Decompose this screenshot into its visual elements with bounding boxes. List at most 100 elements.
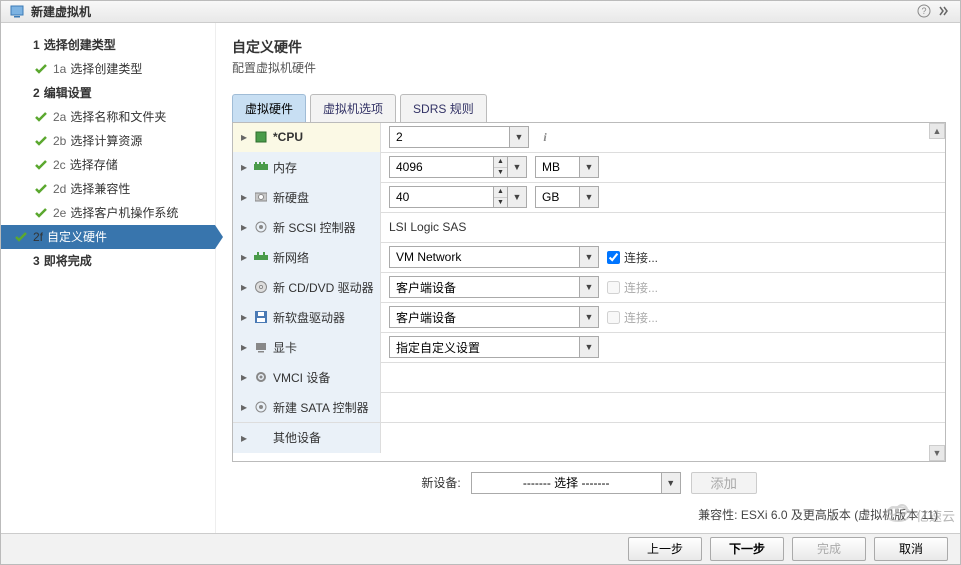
chevron-down-icon[interactable]: ▼ [509,126,529,148]
expand-icon[interactable]: ▸ [239,431,249,445]
scsi-label: 新 SCSI 控制器 [273,219,356,236]
memory-input-combo[interactable]: ▲▼ ▼ [389,156,527,178]
wizard-sidebar: 1 选择创建类型 1a 选择创建类型 2 编辑设置 2a 选择名称和文件夹 2b… [1,23,216,533]
expand-icon[interactable]: ▸ [239,370,249,384]
page-title: 自定义硬件 [232,37,946,57]
step-2a[interactable]: 2a 选择名称和文件夹 [1,105,215,129]
gpu-input[interactable] [389,336,579,358]
cdrom-connect-checkbox [607,281,620,294]
memory-input[interactable] [389,156,493,178]
memory-spinner[interactable]: ▲▼ [493,156,507,178]
disk-icon [254,190,268,204]
memory-unit-input[interactable] [535,156,579,178]
main-header: 自定义硬件 配置虚拟机硬件 [232,37,946,76]
chevron-down-icon[interactable]: ▼ [579,246,599,268]
network-connect[interactable]: 连接... [607,249,658,266]
scsi-icon [254,220,268,234]
step-2e[interactable]: 2e 选择客户机操作系统 [1,201,215,225]
cpu-select[interactable]: ▼ [389,126,529,148]
expand-icon[interactable]: ▸ [239,160,249,174]
cancel-button[interactable]: 取消 [874,537,948,561]
expand-icon[interactable]: ▸ [239,280,249,294]
expand-icon[interactable]: ▸ [239,130,249,144]
chevron-down-icon[interactable]: ▼ [579,336,599,358]
chevron-down-icon[interactable]: ▼ [579,306,599,328]
next-button[interactable]: 下一步 [710,537,784,561]
cdrom-input[interactable] [389,276,579,298]
floppy-input[interactable] [389,306,579,328]
row-disk: ▸ 新硬盘 ▲▼ ▼ ▼ [233,183,945,213]
network-select[interactable]: ▼ [389,246,599,268]
new-vm-dialog: 新建虚拟机 ? 1 选择创建类型 1a 选择创建类型 2 编辑设置 [0,0,961,565]
main-panel: 自定义硬件 配置虚拟机硬件 虚拟硬件 虚拟机选项 SDRS 规则 ▲ ▼ ▸ [216,23,960,533]
check-icon [33,157,49,173]
chevron-down-icon[interactable]: ▼ [661,472,681,494]
other-label: 其他设备 [273,429,321,446]
network-connect-checkbox[interactable] [607,251,620,264]
floppy-select[interactable]: ▼ [389,306,599,328]
expand-icon[interactable]: ▸ [239,310,249,324]
expand-icon[interactable]: ▸ [239,220,249,234]
dialog-body: 1 选择创建类型 1a 选择创建类型 2 编辑设置 2a 选择名称和文件夹 2b… [1,23,960,533]
disk-unit[interactable]: ▼ [535,186,599,208]
chevron-down-icon[interactable]: ▼ [579,186,599,208]
row-network: ▸ 新网络 ▼ 连接... [233,243,945,273]
expand-icon[interactable]: ▸ [239,400,249,414]
row-scsi: ▸ 新 SCSI 控制器 LSI Logic SAS [233,213,945,243]
disk-input-combo[interactable]: ▲▼ ▼ [389,186,527,208]
tab-sdrs[interactable]: SDRS 规则 [400,94,487,122]
memory-label: 内存 [273,159,297,176]
check-icon [33,109,49,125]
compatibility-text: 兼容性: ESXi 6.0 及更高版本 (虚拟机版本 11) [232,506,946,523]
sata-icon [254,400,268,414]
gpu-select[interactable]: ▼ [389,336,599,358]
expand-icon[interactable]: ▸ [239,190,249,204]
disk-unit-input[interactable] [535,186,579,208]
chevron-down-icon[interactable]: ▼ [507,186,527,208]
cpu-label: *CPU [273,130,303,144]
finish-button: 完成 [792,537,866,561]
titlebar: 新建虚拟机 ? [1,1,960,23]
add-button[interactable]: 添加 [691,472,757,494]
help-icon[interactable]: ? [916,3,932,19]
check-icon [33,205,49,221]
new-device-input[interactable] [471,472,661,494]
disk-input[interactable] [389,186,493,208]
tab-hardware[interactable]: 虚拟硬件 [232,94,306,122]
new-device-label: 新设备: [421,474,460,491]
cdrom-select[interactable]: ▼ [389,276,599,298]
memory-unit[interactable]: ▼ [535,156,599,178]
network-icon [254,250,268,264]
step-2[interactable]: 2 编辑设置 [1,81,215,105]
step-2f-current[interactable]: 2f 自定义硬件 [1,225,215,249]
check-icon [33,133,49,149]
network-input[interactable] [389,246,579,268]
chevron-down-icon[interactable]: ▼ [579,276,599,298]
scrollbar-down-icon[interactable]: ▼ [929,445,945,461]
step-1[interactable]: 1 选择创建类型 [1,33,215,57]
expand-icon[interactable]: ▸ [239,340,249,354]
chevron-down-icon[interactable]: ▼ [579,156,599,178]
row-vmci: ▸ VMCI 设备 [233,363,945,393]
row-sata: ▸ 新建 SATA 控制器 [233,393,945,423]
scrollbar-up-icon[interactable]: ▲ [929,123,945,139]
expand-icon[interactable] [936,3,952,19]
back-button[interactable]: 上一步 [628,537,702,561]
row-cpu: ▸ *CPU ▼ i [233,123,945,153]
disk-spinner[interactable]: ▲▼ [493,186,507,208]
info-icon[interactable]: i [537,129,553,145]
hardware-panel: ▲ ▼ ▸ *CPU ▼ [232,122,946,462]
cpu-icon [254,130,268,144]
footer: 上一步 下一步 完成 取消 [1,533,960,564]
new-device-select[interactable]: ▼ [471,472,681,494]
step-2d[interactable]: 2d 选择兼容性 [1,177,215,201]
step-1a[interactable]: 1a 选择创建类型 [1,57,215,81]
cpu-input[interactable] [389,126,509,148]
chevron-down-icon[interactable]: ▼ [507,156,527,178]
step-2b[interactable]: 2b 选择计算资源 [1,129,215,153]
tab-vm-options[interactable]: 虚拟机选项 [310,94,396,122]
floppy-label: 新软盘驱动器 [273,309,345,326]
expand-icon[interactable]: ▸ [239,250,249,264]
step-3[interactable]: 3 即将完成 [1,249,215,273]
step-2c[interactable]: 2c 选择存储 [1,153,215,177]
